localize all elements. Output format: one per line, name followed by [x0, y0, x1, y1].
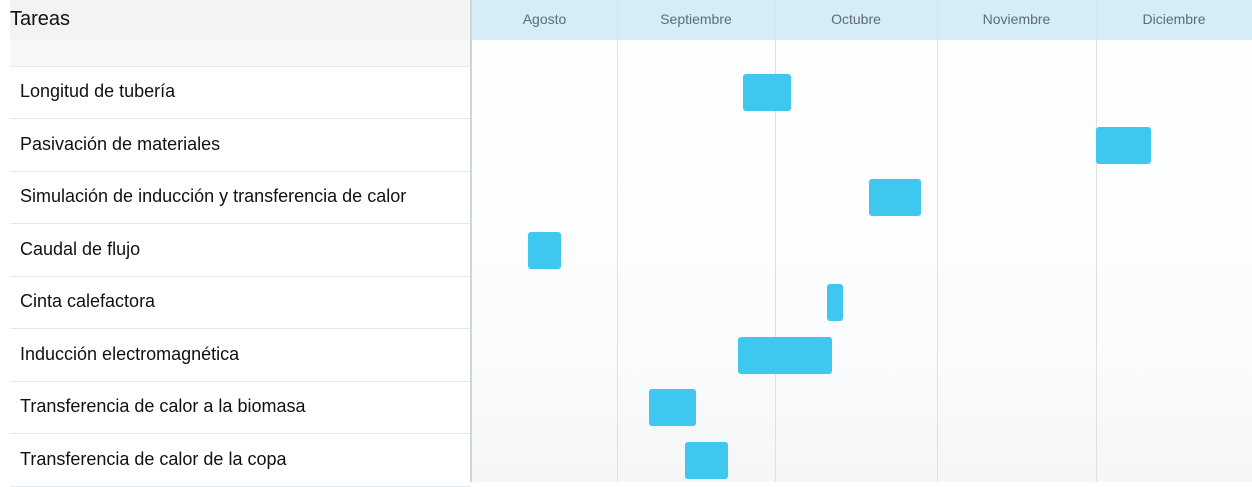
task-column-header: Tareas [10, 0, 471, 40]
task-bar[interactable] [1096, 126, 1152, 164]
task-bar[interactable] [743, 74, 791, 111]
task-bar[interactable] [827, 284, 843, 321]
month-gridline [775, 0, 776, 482]
month-label: Septiembre [660, 11, 732, 27]
task-label: Cinta calefactora [20, 291, 156, 311]
month-gridline [617, 0, 618, 482]
task-subheader [10, 40, 471, 67]
month-gridline [937, 0, 938, 482]
month-label: Diciembre [1142, 11, 1206, 27]
task-label: Simulación de inducción y transferencia … [20, 186, 407, 206]
task-label: Longitud de tubería [20, 81, 176, 101]
task-bar[interactable] [738, 336, 833, 374]
task-column-title: Tareas [10, 8, 71, 30]
task-bar[interactable] [869, 179, 922, 216]
task-label: Transferencia de calor de la copa [20, 448, 287, 469]
task-panel: Tareas Longitud de tubería Pasivación de … [0, 0, 471, 487]
task-row[interactable]: Cinta calefactora [10, 277, 471, 329]
task-bar[interactable] [685, 441, 728, 479]
task-label: Transferencia de calor a la biomasa [20, 396, 306, 416]
month-label: Agosto [522, 11, 567, 27]
task-row[interactable]: Transferencia de calor de la copa [10, 435, 471, 487]
gantt-chart: Tareas Longitud de tubería Pasivación de … [0, 0, 1252, 487]
task-row[interactable]: Simulación de inducción y transferencia … [10, 172, 471, 224]
timeline-area [472, 0, 1252, 482]
task-row[interactable]: Transferencia de calor a la biomasa [10, 382, 471, 434]
task-row[interactable]: Caudal de flujo [10, 225, 471, 277]
task-row[interactable]: Pasivación de materiales [10, 120, 471, 172]
task-row[interactable]: Inducción electromagnética [10, 330, 471, 382]
task-bar[interactable] [528, 231, 561, 269]
task-bar[interactable] [648, 389, 696, 426]
month-gridline [1096, 0, 1097, 482]
month-label: Octubre [831, 11, 881, 27]
task-label: Inducción electromagnética [20, 343, 240, 364]
task-label: Caudal de flujo [20, 238, 141, 259]
month-label: Noviembre [982, 11, 1051, 27]
task-label: Pasivación de materiales [20, 133, 221, 154]
task-row[interactable]: Longitud de tubería [10, 67, 471, 119]
